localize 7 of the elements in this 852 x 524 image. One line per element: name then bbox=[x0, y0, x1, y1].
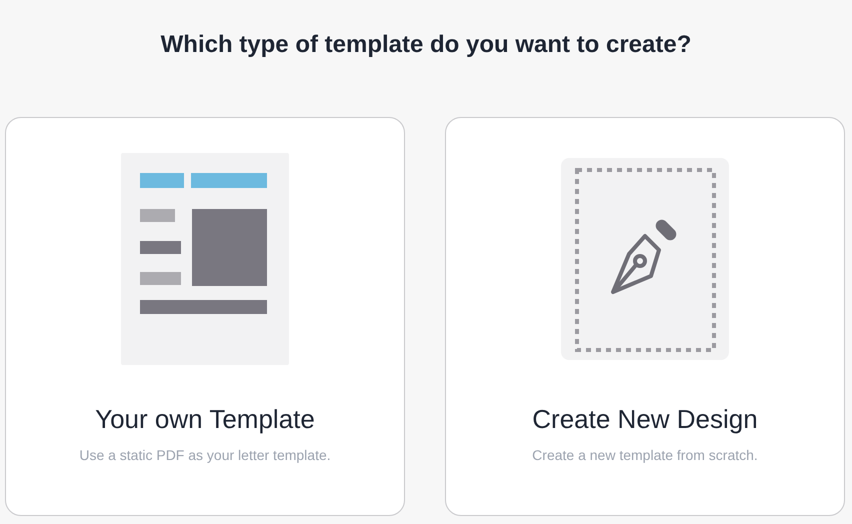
page-heading: Which type of template do you want to create? bbox=[160, 30, 692, 60]
template-option-card[interactable]: Your own Template Use a static PDF as your letter template. bbox=[5, 117, 405, 516]
option-title: Create New Design bbox=[532, 403, 758, 436]
template-option-card[interactable]: Create New Design Create a new template from scratch. bbox=[445, 117, 845, 516]
option-title: Your own Template bbox=[95, 403, 315, 436]
option-description: Use a static PDF as your letter template. bbox=[79, 447, 331, 463]
option-description: Create a new template from scratch. bbox=[532, 447, 758, 463]
